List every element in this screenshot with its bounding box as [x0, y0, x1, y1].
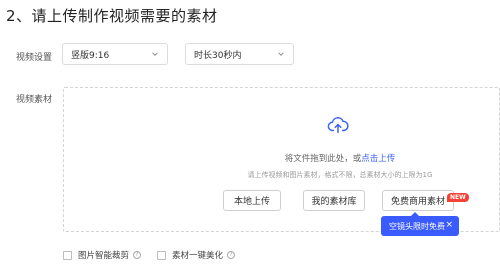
close-icon[interactable]: × — [445, 220, 453, 230]
duration-select[interactable]: 时长30秒内 — [185, 43, 294, 65]
beautify-option[interactable]: 素材一键美化 ? — [157, 249, 236, 261]
smart-crop-option[interactable]: 图片智能裁剪 ? — [63, 249, 142, 261]
tooltip-text: 空镜头限时免费 — [389, 221, 445, 231]
duration-select-value: 时长30秒内 — [194, 50, 242, 61]
page-title: 2、请上传制作视频需要的素材 — [6, 7, 218, 25]
cloud-upload-icon — [327, 117, 349, 134]
video-material-label: 视频素材 — [16, 95, 53, 105]
help-icon[interactable]: ? — [133, 251, 142, 259]
free-broll-tooltip: 空镜头限时免费 × — [381, 212, 459, 236]
new-badge: NEW — [447, 193, 469, 202]
local-upload-button[interactable]: 本地上传 — [223, 190, 281, 211]
click-upload-link[interactable]: 点击上传 — [361, 154, 395, 164]
smart-crop-label: 图片智能裁剪 — [78, 251, 130, 261]
help-icon[interactable]: ? — [227, 251, 236, 259]
orientation-select-value: 竖版9:16 — [71, 50, 110, 61]
beautify-checkbox[interactable] — [157, 250, 166, 260]
upload-subhint: 请上传视频和图片素材，格式不限，总素材大小的上限为1G — [247, 171, 433, 179]
beautify-label: 素材一键美化 — [172, 251, 224, 261]
upload-hint: 将文件拖到此处，或点击上传 — [90, 152, 500, 164]
video-settings-label: 视频设置 — [16, 53, 53, 63]
my-library-button[interactable]: 我的素材库 — [303, 190, 365, 211]
free-commercial-material-button[interactable]: 免费商用素材 — [382, 190, 454, 211]
chevron-down-icon — [152, 52, 158, 56]
smart-crop-checkbox[interactable] — [63, 250, 72, 260]
upload-hint-text: 将文件拖到此处，或 — [284, 154, 362, 164]
chevron-down-icon — [278, 52, 284, 56]
orientation-select[interactable]: 竖版9:16 — [62, 43, 168, 65]
